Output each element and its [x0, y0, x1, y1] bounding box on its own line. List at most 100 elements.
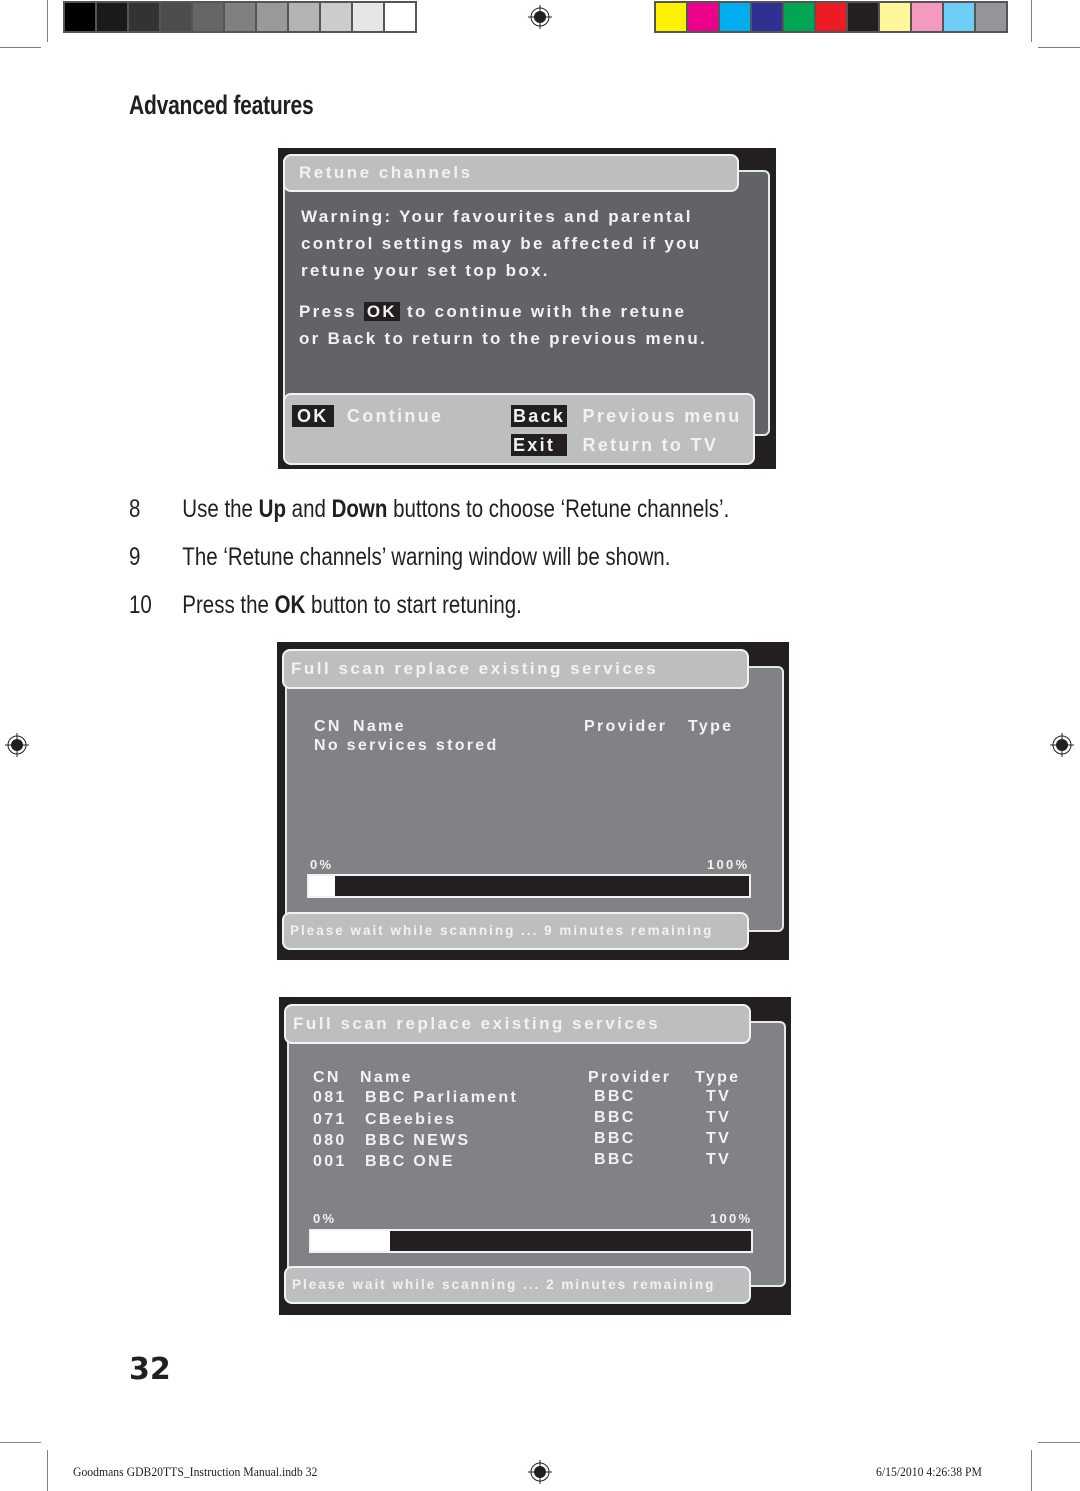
step-number: 9 — [129, 543, 141, 571]
step-text: The ‘Retune channels’ warning window wil… — [182, 543, 671, 571]
scan-progress-fill — [311, 1231, 391, 1251]
return-to-tv-label: Return to TV — [582, 435, 719, 455]
progress-max-label: 100% — [710, 1211, 753, 1226]
step-9: 9 The ‘Retune channels’ warning window wi… — [129, 543, 670, 572]
service-cn: 081 — [313, 1089, 347, 1106]
slug-filename: Goodmans GDB20TTS_Instruction Manual.ind… — [73, 1464, 318, 1479]
service-provider: BBC — [594, 1151, 636, 1168]
back-key: Back — [511, 405, 568, 427]
column-header-name: Name — [360, 1069, 413, 1086]
process-swatch — [784, 3, 814, 31]
step-number: 10 — [129, 591, 152, 619]
process-swatch — [912, 3, 942, 31]
service-type: TV — [706, 1088, 732, 1105]
crop-mark — [1031, 1450, 1032, 1491]
process-swatch — [752, 3, 782, 31]
section-heading: Advanced features — [129, 90, 314, 120]
step-text: button to start retuning. — [305, 591, 522, 619]
step-text: Use the — [182, 495, 259, 523]
scan-progress-bar — [307, 874, 751, 898]
progress-max-label: 100% — [707, 857, 750, 872]
process-swatch — [976, 3, 1006, 31]
registration-mark-icon — [5, 733, 29, 757]
service-name: BBC Parliament — [365, 1089, 519, 1106]
progress-min-label: 0% — [313, 1211, 337, 1226]
down-button-term: Down — [331, 495, 388, 523]
instruction-line: Press OK to continue with the retune — [299, 302, 686, 322]
scan-progress-bar — [309, 1229, 753, 1253]
column-header-type: Type — [695, 1069, 741, 1086]
dialog-footer: Please wait while scanning ... 2 minutes… — [284, 1266, 751, 1304]
step-number: 8 — [129, 495, 141, 523]
dialog-footer: Please wait while scanning ... 9 minutes… — [282, 912, 749, 950]
service-name: BBC ONE — [365, 1153, 455, 1170]
grayscale-swatch — [353, 3, 383, 31]
service-cn: 071 — [313, 1111, 347, 1128]
column-header-name: Name — [353, 718, 406, 735]
process-swatch — [848, 3, 878, 31]
crop-mark — [47, 0, 48, 42]
full-scan-dialog-empty: Full scan replace existing services CN N… — [277, 642, 789, 960]
crop-mark — [0, 1442, 41, 1443]
grayscale-swatch — [289, 3, 319, 31]
step-8: 8 Use the Up and Down buttons to choose ‘… — [129, 495, 729, 524]
grayscale-swatch — [65, 3, 95, 31]
continue-label: Continue — [346, 406, 444, 426]
dialog-title: Full scan replace existing services — [284, 1004, 751, 1044]
service-provider: BBC — [594, 1130, 636, 1147]
dialog-title: Full scan replace existing services — [282, 649, 749, 689]
ok-key-badge: OK — [363, 302, 400, 321]
slug-timestamp: 6/15/2010 4:26:38 PM — [876, 1464, 982, 1479]
exit-return-to-tv-button[interactable]: Exit Return to TV — [511, 434, 719, 456]
crop-mark — [0, 47, 41, 48]
previous-menu-label: Previous menu — [582, 406, 742, 426]
warning-line: Warning: Your favourites and parental — [301, 207, 693, 226]
crop-mark — [47, 1450, 48, 1491]
grayscale-swatch — [257, 3, 287, 31]
dialog-title: Retune channels — [283, 154, 739, 192]
warning-line: control settings may be affected if you — [301, 234, 702, 253]
process-swatch — [816, 3, 846, 31]
service-cn: 080 — [313, 1132, 347, 1149]
process-swatch — [720, 3, 750, 31]
registration-mark-icon — [528, 1460, 552, 1484]
empty-services-message: No services stored — [314, 737, 499, 754]
exit-key: Exit — [511, 434, 568, 456]
scan-progress-fill — [309, 876, 336, 896]
ok-continue-button[interactable]: OK Continue — [292, 405, 444, 427]
scan-status: Please wait while scanning ... 9 minutes… — [290, 923, 714, 938]
registration-mark-icon — [1050, 733, 1074, 757]
service-provider: BBC — [594, 1088, 636, 1105]
instruction-suffix: to continue with the retune — [407, 302, 687, 321]
service-type: TV — [706, 1130, 732, 1147]
warning-line: retune your set top box. — [301, 261, 550, 280]
service-type: TV — [706, 1109, 732, 1126]
process-swatch — [688, 3, 718, 31]
process-swatch — [944, 3, 974, 31]
step-10: 10 Press the OK button to start retuning. — [129, 591, 522, 620]
step-text: and — [285, 495, 332, 523]
column-header-provider: Provider — [588, 1069, 672, 1086]
service-name: CBeebies — [365, 1111, 457, 1128]
crop-mark — [1038, 47, 1080, 48]
ok-button-term: OK — [274, 591, 306, 619]
process-swatch — [880, 3, 910, 31]
retune-channels-dialog: Retune channels Warning: Your favourites… — [278, 148, 776, 469]
grayscale-swatch — [225, 3, 255, 31]
column-header-provider: Provider — [584, 718, 668, 735]
scan-status: Please wait while scanning ... 2 minutes… — [292, 1277, 716, 1292]
column-header-cn: CN — [313, 1069, 341, 1086]
service-name: BBC NEWS — [365, 1132, 471, 1149]
process-swatch — [656, 3, 686, 31]
page-number: 32 — [129, 1352, 171, 1387]
grayscale-swatch — [97, 3, 127, 31]
service-cn: 001 — [313, 1153, 347, 1170]
column-header-type: Type — [688, 718, 734, 735]
grayscale-color-bar — [63, 1, 417, 33]
back-previous-menu-button[interactable]: Back Previous menu — [511, 405, 742, 427]
grayscale-swatch — [321, 3, 351, 31]
step-text: buttons to choose ‘Retune channels’. — [387, 495, 730, 523]
grayscale-swatch — [193, 3, 223, 31]
column-header-cn: CN — [314, 718, 342, 735]
instruction-prefix: Press — [299, 302, 357, 321]
